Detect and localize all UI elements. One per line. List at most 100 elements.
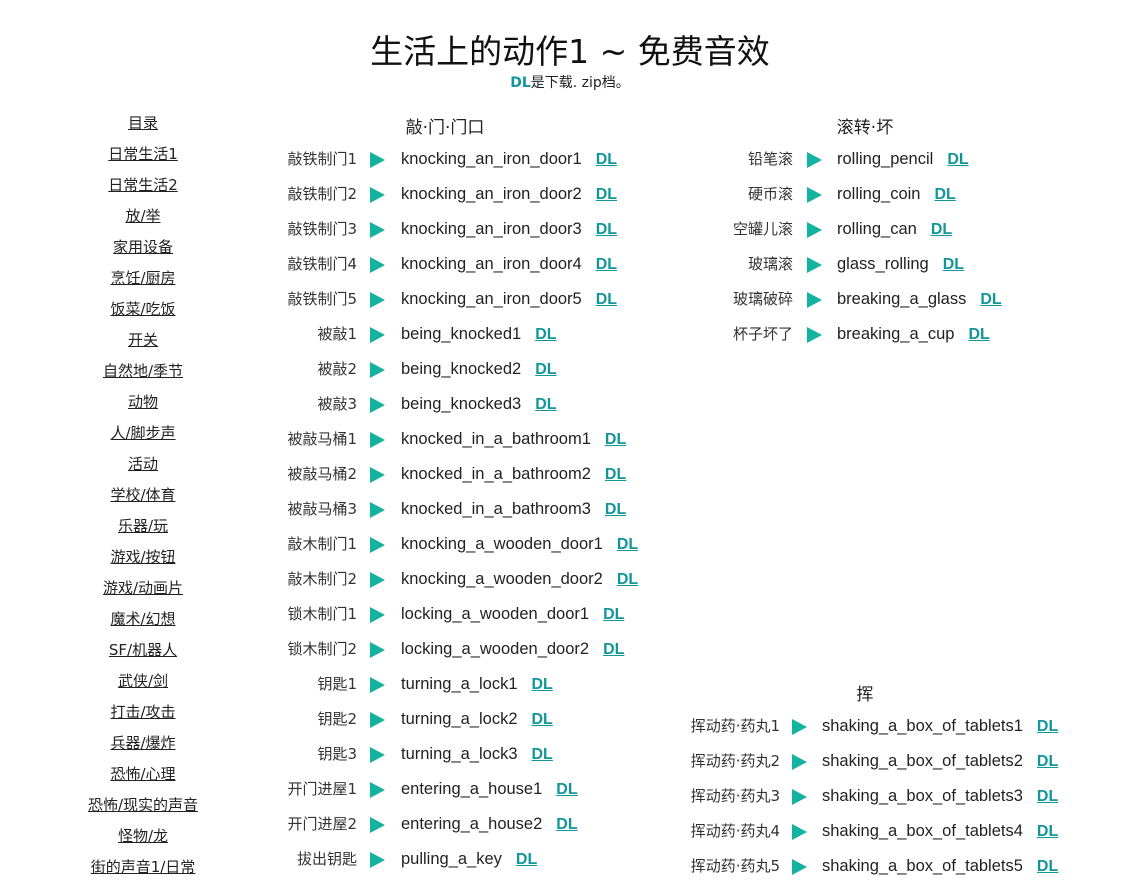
play-icon[interactable] [370,187,385,203]
download-link[interactable]: DL [535,396,556,413]
download-link[interactable]: DL [532,711,553,728]
download-link[interactable]: DL [1037,858,1058,875]
menu-link[interactable]: 放/举 [60,205,226,236]
sound-row: 敲铁制门1 knocking_an_iron_door1 DL [280,145,700,180]
play-icon[interactable] [370,432,385,448]
sound-label-cn: 敲铁制门2 [287,185,357,203]
play-icon[interactable] [370,502,385,518]
play-icon[interactable] [370,467,385,483]
menu-link[interactable]: 街的声音1/日常 [60,856,226,887]
download-link[interactable]: DL [617,571,638,588]
play-icon[interactable] [370,327,385,343]
menu-link[interactable]: 人/脚步声 [60,422,226,453]
download-link[interactable]: DL [1037,823,1058,840]
download-link[interactable]: DL [596,221,617,238]
menu-link[interactable]: 饭菜/吃饭 [60,298,226,329]
download-link[interactable]: DL [605,501,626,518]
download-link[interactable]: DL [596,291,617,308]
play-icon[interactable] [807,152,822,168]
download-link[interactable]: DL [1037,788,1058,805]
play-icon[interactable] [792,824,807,840]
menu-link[interactable]: 恐怖/心理 [60,763,226,794]
play-icon[interactable] [792,754,807,770]
menu-link[interactable]: 乐器/玩 [60,515,226,546]
sound-label-cn: 开门进屋1 [287,780,357,798]
play-icon[interactable] [370,782,385,798]
download-link[interactable]: DL [980,291,1001,308]
download-link[interactable]: DL [603,641,624,658]
play-icon[interactable] [370,537,385,553]
download-link[interactable]: DL [947,151,968,168]
menu-link[interactable]: 打击/攻击 [60,701,226,732]
menu-link[interactable]: 动物 [60,391,226,422]
download-link[interactable]: DL [943,256,964,273]
menu-link[interactable]: 武侠/剑 [60,670,226,701]
play-icon[interactable] [792,789,807,805]
play-icon[interactable] [807,327,822,343]
play-icon[interactable] [370,852,385,868]
menu-link[interactable]: 怪物/龙 [60,825,226,856]
menu-link[interactable]: 烹饪/厨房 [60,267,226,298]
play-icon[interactable] [807,292,822,308]
roll-sound-list: 铅笔滚 rolling_pencil DL 硬币滚 rolling_coin DL 空罐儿滚… [723,145,1023,355]
play-icon[interactable] [370,817,385,833]
play-icon[interactable] [370,572,385,588]
sound-label-cn: 钥匙3 [317,745,357,763]
sound-filename: knocking_an_iron_door5 DL [401,285,617,314]
menu-link[interactable]: 日常生活1 [60,143,226,174]
play-icon[interactable] [807,257,822,273]
download-link[interactable]: DL [532,676,553,693]
play-icon[interactable] [370,222,385,238]
play-icon[interactable] [807,222,822,238]
play-icon[interactable] [370,292,385,308]
menu-link[interactable]: 家用设备 [60,236,226,267]
menu-link[interactable]: 日常生活2 [60,174,226,205]
play-icon[interactable] [370,642,385,658]
menu-link[interactable]: 游戏/按钮 [60,546,226,577]
download-link[interactable]: DL [605,431,626,448]
download-link[interactable]: DL [1037,718,1058,735]
play-icon[interactable] [370,257,385,273]
menu-link[interactable]: 游戏/动画片 [60,577,226,608]
download-link[interactable]: DL [556,781,577,798]
menu-link[interactable]: 恐怖/现实的声音 [60,794,226,825]
menu-link[interactable]: 兵器/爆炸 [60,732,226,763]
download-link[interactable]: DL [596,256,617,273]
download-link[interactable]: DL [532,746,553,763]
play-icon[interactable] [792,859,807,875]
menu-link[interactable]: 活动 [60,453,226,484]
download-link[interactable]: DL [1037,753,1058,770]
download-link[interactable]: DL [605,466,626,483]
download-link[interactable]: DL [931,221,952,238]
download-link[interactable]: DL [596,186,617,203]
download-link[interactable]: DL [535,326,556,343]
download-link[interactable]: DL [596,151,617,168]
download-link[interactable]: DL [535,361,556,378]
menu-link[interactable]: SF/机器人 [60,639,226,670]
sound-filename: rolling_coin DL [837,180,956,209]
play-icon[interactable] [370,712,385,728]
play-icon[interactable] [370,607,385,623]
play-icon[interactable] [370,747,385,763]
sound-filename: entering_a_house1 DL [401,775,578,804]
play-icon[interactable] [807,187,822,203]
play-icon[interactable] [370,397,385,413]
download-link[interactable]: DL [516,851,537,868]
download-link[interactable]: DL [968,326,989,343]
menu-link[interactable]: 开关 [60,329,226,360]
sound-label-cn: 钥匙1 [317,675,357,693]
menu-link[interactable]: 学校/体育 [60,484,226,515]
menu-link[interactable]: 自然地/季节 [60,360,226,391]
download-link[interactable]: DL [603,606,624,623]
play-icon[interactable] [370,152,385,168]
play-icon[interactable] [370,677,385,693]
sound-row: 锁木制门2 locking_a_wooden_door2 DL [280,635,700,670]
play-icon[interactable] [792,719,807,735]
download-link[interactable]: DL [556,816,577,833]
menu-link[interactable]: 魔术/幻想 [60,608,226,639]
download-link[interactable]: DL [617,536,638,553]
sound-row: 钥匙1 turning_a_lock1 DL [280,670,700,705]
play-icon[interactable] [370,362,385,378]
download-link[interactable]: DL [934,186,955,203]
menu-link[interactable]: 目录 [60,112,226,143]
